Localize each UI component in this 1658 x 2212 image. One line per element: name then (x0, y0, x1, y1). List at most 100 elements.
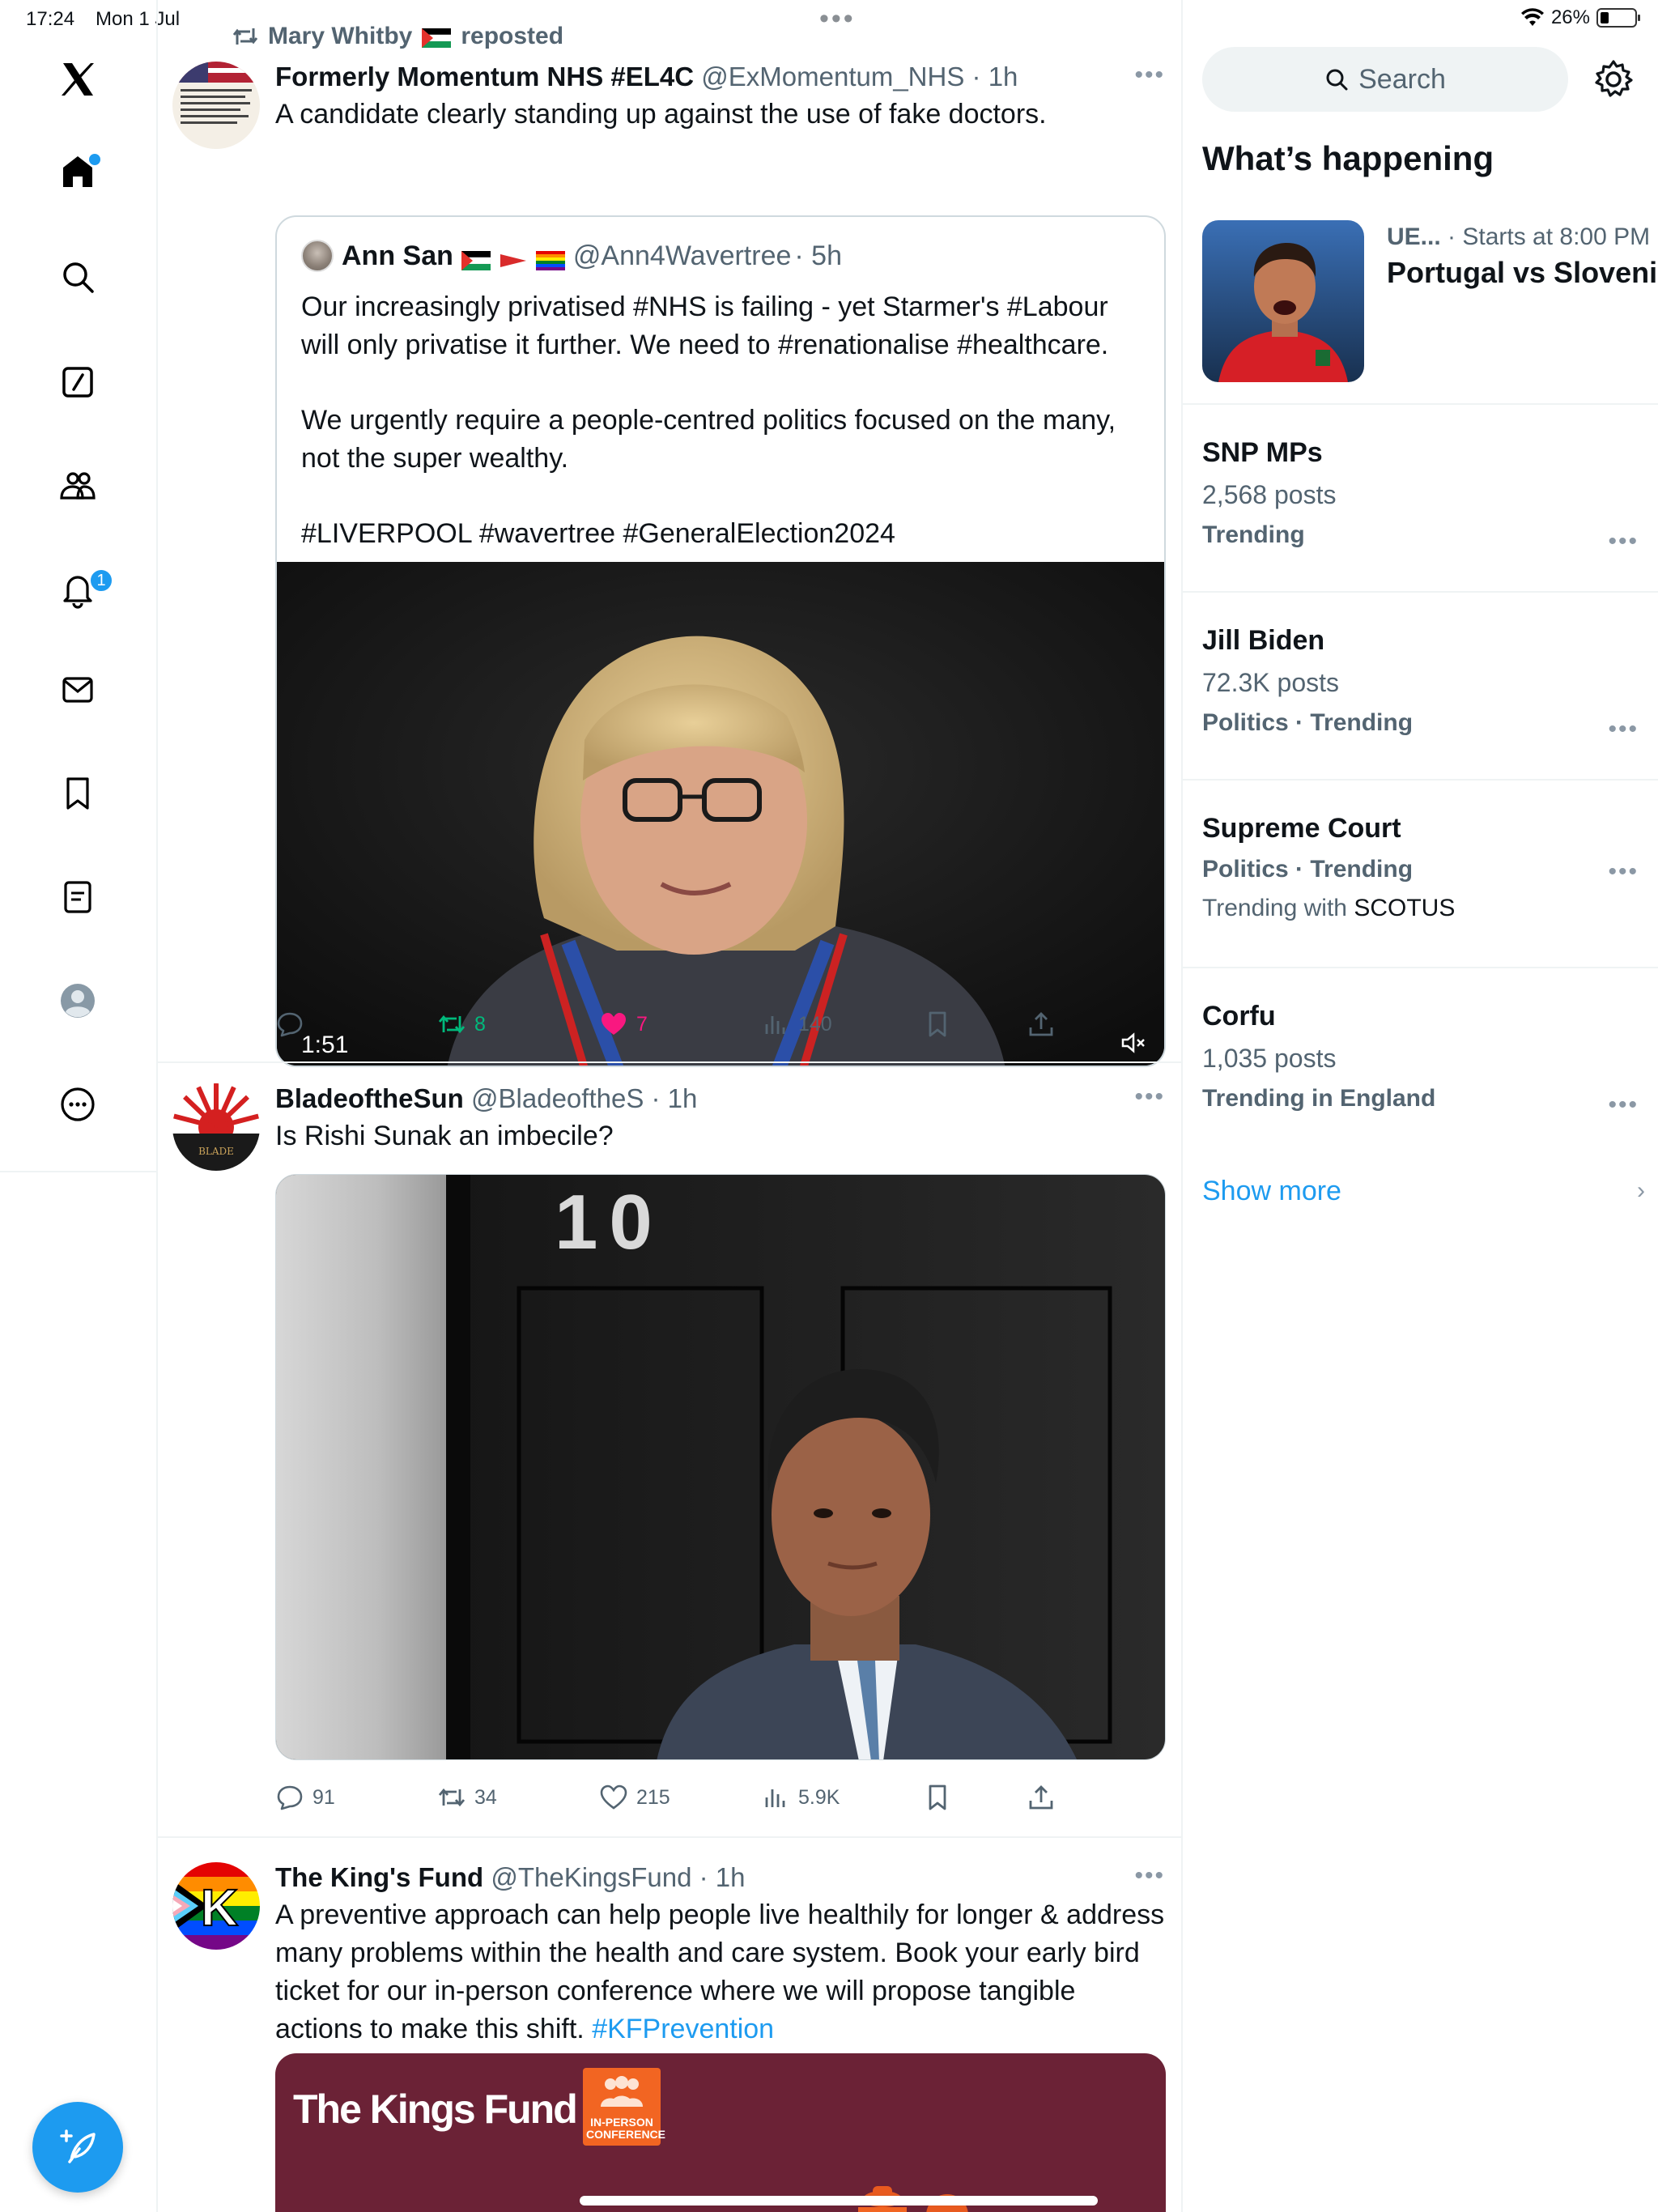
trend-category: Politics · Trending (1202, 856, 1414, 883)
author-handle[interactable]: @TheKingsFund (491, 1862, 691, 1892)
event-league-name: UE... (1387, 223, 1441, 250)
reply-count: 91 (312, 1785, 335, 1809)
share-icon (1029, 1012, 1053, 1036)
hashtag-link[interactable]: #KFPrevention (592, 2014, 774, 2044)
trend-category: Politics · Trending (1202, 709, 1414, 736)
author-name[interactable]: Formerly Momentum NHS #EL4C (275, 62, 694, 91)
quoted-tweet[interactable]: Ann San @Ann4Wavertree · 5h Our increasi… (275, 215, 1166, 1067)
trend-post-count: 1,035 posts (1202, 1044, 1337, 1073)
share-button[interactable] (1027, 1010, 1056, 1039)
like-button[interactable]: 215 (599, 1783, 670, 1812)
settings-gear-icon[interactable] (1592, 58, 1635, 100)
tweet-image[interactable]: 10 (275, 1174, 1166, 1760)
reply-button[interactable]: 91 (275, 1783, 335, 1812)
author-handle[interactable]: @BladeoftheS (471, 1083, 644, 1113)
tweet-time[interactable]: · 1h (699, 1862, 746, 1892)
quote-author-name: Ann San (342, 240, 453, 271)
bookmark-button[interactable] (923, 1010, 952, 1039)
door-number: 10 (555, 1179, 664, 1266)
home-indicator[interactable] (580, 2196, 1098, 2206)
quote-hashtags: #LIVERPOOL #wavertree #GeneralElection20… (301, 518, 895, 549)
trend-item[interactable]: SNP MPs 2,568 posts Trending ••• (1202, 437, 1658, 555)
link-card-image[interactable]: The Kings Fund IN-PERSON CONFERENCE (275, 2053, 1166, 2212)
people-icon (601, 2076, 643, 2107)
avatar[interactable]: BLADE (172, 1083, 260, 1171)
trend-item[interactable]: Supreme Court Politics · Trending Trendi… (1202, 813, 1658, 922)
search-placeholder: Search (1358, 63, 1446, 95)
right-sidebar: Search What’s happening UE... · Starts a… (1183, 0, 1658, 2212)
messages-icon[interactable] (55, 667, 100, 713)
red-flag-icon (499, 246, 528, 267)
avatar[interactable] (172, 62, 260, 149)
conference-badge: IN-PERSON CONFERENCE (583, 2068, 665, 2146)
reply-button[interactable] (275, 1010, 304, 1039)
trend-more-icon[interactable]: ••• (1608, 716, 1639, 743)
trend-post-count: 72.3K posts (1202, 668, 1339, 697)
profile-avatar-icon[interactable] (55, 978, 100, 1023)
heart-icon (600, 1784, 627, 1810)
repost-button[interactable]: 34 (437, 1783, 497, 1812)
bookmarks-icon[interactable] (55, 771, 100, 816)
tweet-more-icon[interactable]: ••• (1134, 1083, 1165, 1111)
reply-icon (277, 1785, 303, 1810)
communities-icon[interactable] (55, 463, 100, 508)
palestine-flag-icon (461, 246, 491, 270)
trend-item[interactable]: Corfu 1,035 posts Trending in England ••… (1202, 1001, 1658, 1118)
left-navigation: 1 (0, 0, 158, 2212)
tweet-actions: 8 7 140 (275, 1010, 1166, 1042)
repost-context: Mary Whitby reposted (232, 23, 563, 50)
repost-count: 34 (474, 1785, 497, 1809)
tweet-time[interactable]: · 1h (972, 62, 1018, 91)
event-league: UE... · Starts at 8:00 PM (1387, 223, 1650, 251)
view-count: 140 (798, 1012, 832, 1036)
tweet-actions: 91 34 215 5.9K (275, 1783, 1166, 1815)
tweet-more-icon[interactable]: ••• (1134, 62, 1165, 89)
bookmark-button[interactable] (923, 1783, 952, 1812)
avatar[interactable]: K (172, 1862, 260, 1950)
timeline-feed[interactable]: Mary Whitby reposted Formerly Momentum N… (158, 0, 1183, 2212)
quote-author-handle: @Ann4Wavertree (572, 240, 792, 271)
like-button[interactable]: 7 (599, 1010, 648, 1039)
views-button[interactable]: 140 (761, 1010, 832, 1039)
notifications-icon[interactable]: 1 (55, 567, 113, 612)
trending-event[interactable]: UE... · Starts at 8:00 PM Portugal vs Sl… (1202, 220, 1658, 382)
trend-topic: SNP MPs (1202, 437, 1323, 468)
reply-icon (277, 1012, 303, 1037)
x-logo-icon[interactable] (55, 57, 100, 102)
repost-label: reposted (461, 23, 564, 49)
repost-icon (438, 1788, 466, 1807)
event-start-time: · Starts at 8:00 PM (1448, 223, 1651, 250)
author-name[interactable]: BladeoftheSun (275, 1083, 464, 1113)
home-icon[interactable] (55, 149, 100, 194)
search-input[interactable]: Search (1202, 47, 1568, 112)
tweet-time[interactable]: · 1h (652, 1083, 698, 1113)
trend-more-icon[interactable]: ••• (1608, 858, 1639, 886)
trend-more-icon[interactable]: ••• (1608, 528, 1639, 555)
rainbow-flag-icon (535, 246, 565, 270)
lists-icon[interactable] (55, 874, 100, 920)
trend-topic: Supreme Court (1202, 813, 1401, 844)
views-button[interactable]: 5.9K (761, 1783, 840, 1812)
notifications-badge: 1 (89, 568, 113, 593)
like-count: 7 (636, 1012, 648, 1036)
search-icon[interactable] (55, 254, 100, 300)
quote-paragraph: We urgently require a people-centred pol… (301, 405, 1116, 474)
whats-happening-title: What’s happening (1202, 139, 1494, 177)
trend-item[interactable]: Jill Biden 72.3K posts Politics · Trendi… (1202, 625, 1658, 742)
grok-icon[interactable] (55, 359, 100, 405)
repost-user[interactable]: Mary Whitby (268, 23, 412, 50)
author-name[interactable]: The King's Fund (275, 1862, 483, 1892)
quote-header: Ann San @Ann4Wavertree · 5h (301, 240, 842, 272)
repost-count: 8 (474, 1012, 486, 1036)
trend-more-icon[interactable]: ••• (1608, 1091, 1639, 1119)
video-player[interactable]: 1:51 (277, 562, 1164, 1066)
show-more-link[interactable]: Show more (1202, 1176, 1341, 1207)
compose-post-button[interactable] (32, 2102, 123, 2193)
author-handle[interactable]: @ExMomentum_NHS (701, 62, 964, 91)
tweet-more-icon[interactable]: ••• (1134, 1862, 1165, 1890)
more-options-icon[interactable] (55, 1082, 100, 1127)
trend-post-count: 2,568 posts (1202, 480, 1337, 509)
repost-button[interactable]: 8 (437, 1010, 486, 1039)
share-button[interactable] (1027, 1783, 1056, 1812)
view-count: 5.9K (798, 1785, 840, 1809)
